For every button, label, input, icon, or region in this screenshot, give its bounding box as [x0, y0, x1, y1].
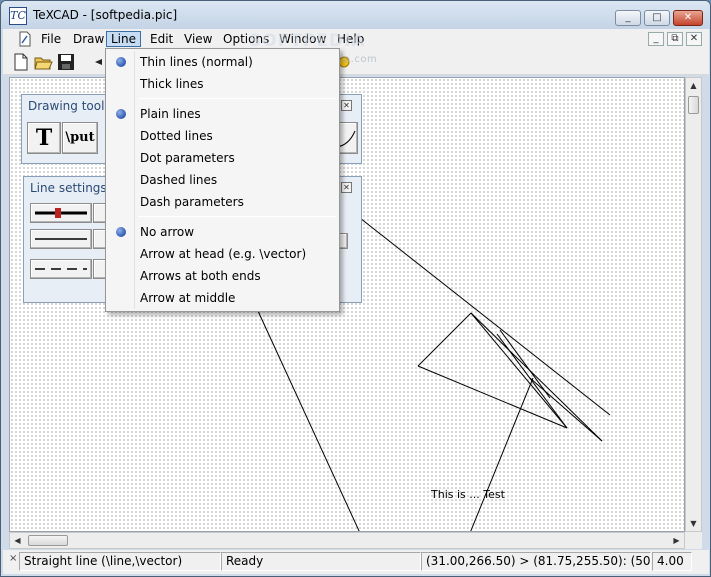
line-settings-title: Line settings [30, 181, 107, 195]
thick-line-button[interactable] [30, 203, 92, 223]
vertical-scrollbar[interactable]: ▲ ▼ [685, 77, 702, 532]
menu-item-arrow-at-middle[interactable]: Arrow at middle [108, 287, 337, 309]
status-close-icon[interactable]: × [9, 553, 17, 564]
horizontal-scroll-thumb[interactable] [28, 535, 68, 546]
menu-item-arrow-at-head[interactable]: Arrow at head (e.g. \vector) [108, 243, 337, 265]
menu-item-label: Dashed lines [140, 173, 218, 187]
menu-item-label: Plain lines [140, 107, 201, 121]
scroll-right-icon[interactable]: ▶ [669, 533, 684, 548]
thick-line-icon [35, 208, 87, 218]
menu-item-label: Thick lines [140, 77, 204, 91]
minimize-button[interactable]: _ [615, 10, 641, 26]
put-tool-button[interactable]: \put [62, 122, 98, 154]
line-menu-dropdown: Thin lines (normal) Thick lines Plain li… [105, 48, 340, 312]
menu-view[interactable]: View [180, 31, 216, 47]
menu-item-no-arrow[interactable]: No arrow [108, 221, 337, 243]
dashed-line-icon [35, 268, 87, 270]
menu-edit[interactable]: Edit [146, 31, 177, 47]
drawn-line [359, 217, 611, 416]
mdi-minimize-button[interactable]: _ [648, 32, 664, 46]
radio-selected-icon [116, 227, 126, 237]
drawing-tools-title: Drawing tools [28, 99, 111, 113]
close-window-button[interactable]: ✕ [673, 10, 703, 26]
drawn-line [529, 377, 603, 442]
menu-file[interactable]: File [37, 31, 65, 47]
drawn-line [257, 310, 360, 531]
drawn-line [417, 312, 472, 367]
app-window: TC TeXCAD - [softpedia.pic] _ □ ✕ File D… [0, 0, 711, 577]
menu-item-thick-lines[interactable]: Thick lines [108, 73, 337, 95]
pointer-tool-icon[interactable] [93, 52, 105, 72]
plain-line-button[interactable] [30, 229, 92, 249]
texcad-app-icon[interactable]: TC [9, 7, 27, 25]
menu-item-label: Arrow at middle [140, 291, 236, 305]
menu-item-label: Dotted lines [140, 129, 213, 143]
drawn-line [417, 365, 568, 429]
dashed-line-button[interactable] [30, 259, 92, 279]
menu-item-dot-parameters[interactable]: Dot parameters [108, 147, 337, 169]
plain-line-icon [35, 238, 87, 240]
menu-draw[interactable]: Draw [69, 31, 108, 47]
drawn-line [470, 312, 603, 442]
vertical-scroll-thumb[interactable] [688, 96, 699, 114]
status-current-tool: Straight line (\line,\vector) [19, 552, 221, 571]
radio-selected-icon [116, 109, 126, 119]
menu-separator [138, 216, 336, 217]
drawing-tools-close-icon[interactable]: ✕ [341, 100, 352, 111]
menu-item-plain-lines[interactable]: Plain lines [108, 103, 337, 125]
scroll-corner [685, 532, 702, 549]
status-zoom: 4.00 [652, 552, 692, 571]
menu-separator [138, 98, 336, 99]
canvas-text-label[interactable]: This is ... Test [431, 488, 505, 501]
new-document-icon[interactable] [11, 52, 31, 72]
menu-item-thin-lines[interactable]: Thin lines (normal) [108, 51, 337, 73]
save-disk-icon[interactable] [56, 52, 76, 72]
horizontal-scrollbar[interactable]: ◀ ▶ [9, 532, 685, 549]
menu-line[interactable]: Line [106, 31, 142, 47]
window-title: TeXCAD - [softpedia.pic] [33, 8, 178, 22]
mdi-close-button[interactable]: ✕ [686, 32, 702, 46]
line-settings-close-icon[interactable]: ✕ [341, 182, 352, 193]
text-tool-button[interactable]: T [27, 122, 61, 154]
menu-item-label: No arrow [140, 225, 195, 239]
open-folder-icon[interactable] [33, 52, 53, 72]
menu-item-label: Arrows at both ends [140, 269, 261, 283]
status-coordinates: (31.00,266.50) > (81.75,255.50): (50.75,… [421, 552, 651, 571]
scroll-up-icon[interactable]: ▲ [686, 78, 701, 93]
menu-item-dash-parameters[interactable]: Dash parameters [108, 191, 337, 213]
radio-selected-icon [116, 57, 126, 67]
document-icon[interactable] [17, 31, 33, 47]
scroll-down-icon[interactable]: ▼ [686, 516, 701, 531]
scroll-left-icon[interactable]: ◀ [10, 533, 25, 548]
drawn-line [499, 329, 551, 399]
status-state: Ready [221, 552, 421, 571]
drawn-line [470, 312, 568, 429]
menu-item-dashed-lines[interactable]: Dashed lines [108, 169, 337, 191]
menu-item-arrows-both-ends[interactable]: Arrows at both ends [108, 265, 337, 287]
menu-item-label: Dot parameters [140, 151, 235, 165]
menu-item-dotted-lines[interactable]: Dotted lines [108, 125, 337, 147]
status-bar: × Straight line (\line,\vector) Ready (3… [3, 550, 709, 574]
menu-item-label: Dash parameters [140, 195, 244, 209]
title-bar: TC TeXCAD - [softpedia.pic] _ □ ✕ [1, 1, 710, 29]
maximize-button[interactable]: □ [644, 10, 670, 26]
menu-item-label: Thin lines (normal) [140, 55, 253, 69]
mdi-restore-button[interactable]: ⧉ [667, 32, 683, 46]
menu-item-label: Arrow at head (e.g. \vector) [140, 247, 307, 261]
